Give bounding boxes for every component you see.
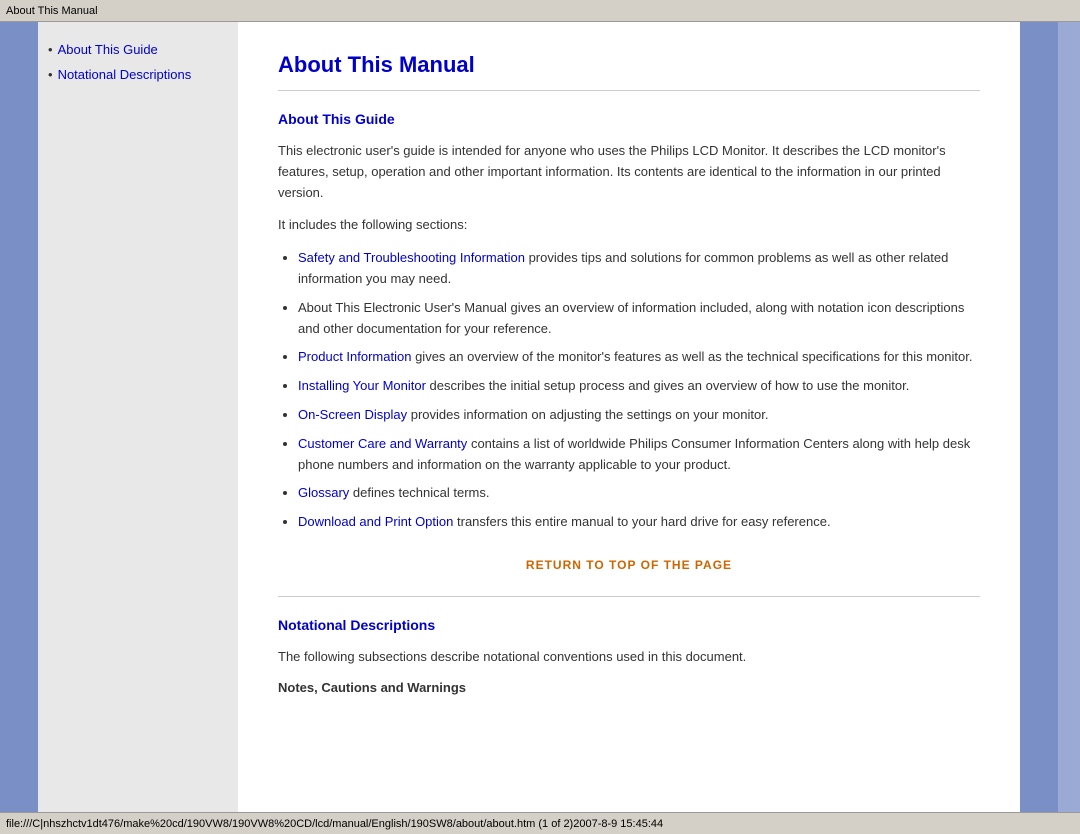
customer-care-link[interactable]: Customer Care and Warranty: [298, 436, 467, 451]
notes-cautions-heading: Notes, Cautions and Warnings: [278, 680, 980, 695]
list-item-5: On-Screen Display provides information o…: [298, 405, 980, 426]
content-inner: About This Manual About This Guide This …: [238, 22, 1020, 812]
about-guide-list: Safety and Troubleshooting Information p…: [298, 248, 980, 533]
installing-monitor-link[interactable]: Installing Your Monitor: [298, 378, 426, 393]
right-bar: [1020, 22, 1058, 812]
return-to-top[interactable]: RETURN TO TOP OF THE PAGE: [278, 557, 980, 572]
osd-link[interactable]: On-Screen Display: [298, 407, 407, 422]
list-item-4: Installing Your Monitor describes the in…: [298, 376, 980, 397]
notational-divider: [278, 596, 980, 597]
product-info-link[interactable]: Product Information: [298, 349, 411, 364]
list-item-8: Download and Print Option transfers this…: [298, 512, 980, 533]
title-divider: [278, 90, 980, 91]
return-to-top-link[interactable]: RETURN TO TOP OF THE PAGE: [526, 558, 732, 572]
left-bar: [0, 22, 38, 812]
title-bar-text: About This Manual: [6, 5, 98, 17]
list-item-1: Safety and Troubleshooting Information p…: [298, 248, 980, 290]
page-title: About This Manual: [278, 52, 980, 78]
far-right-bar: [1058, 22, 1080, 812]
safety-link[interactable]: Safety and Troubleshooting Information: [298, 250, 525, 265]
about-guide-para1: This electronic user's guide is intended…: [278, 141, 980, 203]
title-bar: About This Manual: [0, 0, 1080, 22]
list-item-2: About This Electronic User's Manual give…: [298, 298, 980, 340]
glossary-link[interactable]: Glossary: [298, 485, 349, 500]
sidebar-bullet-1: •: [48, 42, 53, 57]
main-wrapper: • About This Guide • Notational Descript…: [0, 22, 1080, 812]
about-guide-para2: It includes the following sections:: [278, 215, 980, 236]
notational-heading: Notational Descriptions: [278, 617, 980, 633]
sidebar-link-notational[interactable]: Notational Descriptions: [58, 67, 192, 82]
sidebar-bullet-2: •: [48, 67, 53, 82]
status-bar: file:///C|nhszhctv1dt476/make%20cd/190VW…: [0, 812, 1080, 834]
list-item-3: Product Information gives an overview of…: [298, 347, 980, 368]
status-bar-text: file:///C|nhszhctv1dt476/make%20cd/190VW…: [6, 818, 663, 830]
download-print-link[interactable]: Download and Print Option: [298, 514, 453, 529]
notational-para: The following subsections describe notat…: [278, 647, 980, 668]
list-item-6: Customer Care and Warranty contains a li…: [298, 434, 980, 476]
content-area: About This Manual About This Guide This …: [238, 22, 1020, 812]
sidebar-item-about-guide[interactable]: • About This Guide: [48, 42, 228, 57]
sidebar-link-about-guide[interactable]: About This Guide: [58, 42, 158, 57]
notational-section: Notational Descriptions The following su…: [278, 617, 980, 695]
about-guide-heading: About This Guide: [278, 111, 980, 127]
sidebar-item-notational[interactable]: • Notational Descriptions: [48, 67, 228, 82]
sidebar: • About This Guide • Notational Descript…: [38, 22, 238, 812]
list-item-7: Glossary defines technical terms.: [298, 483, 980, 504]
about-guide-section: About This Guide This electronic user's …: [278, 111, 980, 572]
